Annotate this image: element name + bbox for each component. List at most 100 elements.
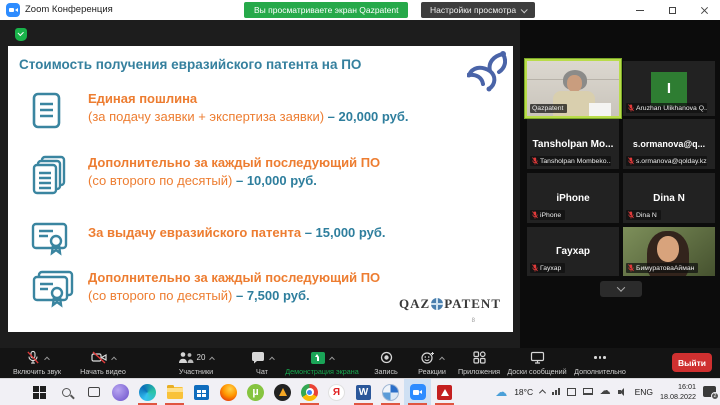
more-button[interactable]: Дополнительно xyxy=(555,350,645,376)
microsoft-store-app[interactable] xyxy=(188,379,215,405)
video-muted-icon xyxy=(91,351,107,364)
fee-amount: – 15,000 руб. xyxy=(305,225,386,240)
participant-name-label: Гаухар xyxy=(530,263,565,273)
participant-tile[interactable]: Tansholpan Mo... Tansholpan Mombeko... xyxy=(527,119,619,169)
globe-icon xyxy=(431,298,443,310)
zoom-camera-icon xyxy=(410,384,426,400)
utorrent-app[interactable]: µ xyxy=(242,379,269,405)
logo-text-left: QAZ xyxy=(399,296,430,312)
notification-badge: 2 xyxy=(711,392,719,400)
chevron-icon[interactable] xyxy=(111,356,117,362)
store-icon xyxy=(194,385,209,400)
more-label: Дополнительно xyxy=(574,367,626,376)
maximize-button[interactable] xyxy=(656,0,688,20)
participant-name-label: Tansholpan Mombeko... xyxy=(530,156,611,166)
window-title: Zoom Конференция xyxy=(25,4,113,15)
participant-tile[interactable]: s.ormanova@q... s.ormanova@qolday.kz xyxy=(623,119,715,169)
firefox-app[interactable] xyxy=(215,379,242,405)
maximize-icon xyxy=(669,7,676,14)
cortana-app[interactable] xyxy=(107,379,134,405)
speaker-icon[interactable] xyxy=(618,387,628,396)
file-explorer-app[interactable] xyxy=(161,379,188,405)
chevron-icon[interactable] xyxy=(44,356,50,362)
participant-tile[interactable]: iPhone iPhone xyxy=(527,173,619,223)
weather-icon[interactable]: ☁ xyxy=(495,386,507,398)
fee-heading: Единая пошлина xyxy=(88,91,197,106)
devices-icon[interactable] xyxy=(583,388,593,395)
chevron-icon[interactable] xyxy=(269,356,275,362)
temperature[interactable]: 18°C xyxy=(514,387,533,397)
zoom-taskbar-app[interactable] xyxy=(404,379,431,405)
document-icon xyxy=(30,91,64,131)
paper-detail xyxy=(589,103,611,116)
acrobat-app[interactable] xyxy=(431,379,458,405)
viewing-screen-badge: Вы просматриваете экран Qazpatent xyxy=(244,2,408,18)
swirl-app[interactable] xyxy=(377,379,404,405)
edge-app[interactable] xyxy=(134,379,161,405)
participant-name-label: s.ormanova@qolday.kz xyxy=(626,156,707,166)
participant-name-label: Aruzhan Ulikhanova Q... xyxy=(626,103,707,113)
participant-tile[interactable]: I Aruzhan Ulikhanova Q... xyxy=(623,61,715,116)
task-view-button[interactable] xyxy=(80,379,107,405)
clock[interactable]: 16:01 18.08.2022 xyxy=(660,382,696,401)
word-icon: W xyxy=(356,385,371,400)
chat-label: Чат xyxy=(256,367,268,376)
participant-tile-photo[interactable]: БимуратоваАйман xyxy=(623,227,715,276)
mic-muted-icon xyxy=(628,104,634,112)
avg-app[interactable] xyxy=(269,379,296,405)
zoom-logo-icon xyxy=(6,3,20,17)
participant-name-label: БимуратоваАйман xyxy=(626,263,698,273)
fee-amount: – 10,000 руб. xyxy=(236,173,317,188)
start-button[interactable] xyxy=(26,379,53,405)
chevron-down-icon xyxy=(521,6,528,13)
fee-heading: Дополнительно за каждый последующий ПО xyxy=(88,155,380,170)
participant-tile-video[interactable]: Qazpatent xyxy=(527,61,619,116)
reactions-icon xyxy=(421,351,435,364)
shared-screen-slide: Стоимость получения евразийского патента… xyxy=(8,46,513,332)
logo-text-right: PATENT xyxy=(444,296,501,312)
utorrent-icon: µ xyxy=(247,384,264,401)
system-tray: ☁ 18°C ☁ ENG 16:01 18.08.2022 2 xyxy=(495,378,716,405)
security-shield-icon[interactable] xyxy=(15,28,27,41)
zoom-toolbar: Включить звук Начать видео 20 Участники … xyxy=(0,348,720,378)
certificates-stack-icon xyxy=(30,270,74,312)
task-view-icon xyxy=(88,387,100,397)
titlebar: Zoom Конференция Вы просматриваете экран… xyxy=(0,0,720,20)
minimize-button[interactable] xyxy=(624,0,656,20)
tray-date: 18.08.2022 xyxy=(660,392,696,401)
yandex-icon: Я xyxy=(328,384,345,401)
participant-name-label: Dina N xyxy=(626,210,661,220)
hidden-icons-caret[interactable] xyxy=(539,389,546,396)
search-button[interactable] xyxy=(53,379,80,405)
mic-muted-icon xyxy=(532,157,538,165)
view-settings-button[interactable]: Настройки просмотра xyxy=(421,2,535,18)
participant-face xyxy=(567,75,582,92)
chevron-icon[interactable] xyxy=(329,356,335,362)
fee-heading: Дополнительно за каждый последующий ПО xyxy=(88,270,380,285)
signal-icon[interactable] xyxy=(552,388,559,395)
leave-button[interactable]: Выйти xyxy=(672,353,712,372)
tray-time: 16:01 xyxy=(678,382,696,391)
yandex-app[interactable]: Я xyxy=(323,379,350,405)
chrome-app[interactable] xyxy=(296,379,323,405)
start-video-button[interactable]: Начать видео xyxy=(58,350,148,376)
chat-icon xyxy=(251,351,265,364)
floral-ornament-icon xyxy=(467,50,507,92)
windows-logo-icon xyxy=(33,386,46,399)
collapse-tiles-button[interactable] xyxy=(600,281,642,297)
mic-muted-icon xyxy=(26,350,40,365)
chevron-icon[interactable] xyxy=(210,356,216,362)
close-button[interactable] xyxy=(688,0,720,20)
participant-tile[interactable]: Dina N Dina N xyxy=(623,173,715,223)
avatar: I xyxy=(651,72,687,106)
word-app[interactable]: W xyxy=(350,379,377,405)
qazpatent-logo: QAZ PATENT xyxy=(399,296,501,312)
participant-tile[interactable]: Гаухар Гаухар xyxy=(527,227,619,276)
language-indicator[interactable]: ENG xyxy=(635,387,653,397)
mic-muted-icon xyxy=(628,157,634,165)
meeting-content-area: Вид Стоимость получения евразийского пат… xyxy=(0,20,720,348)
action-center-icon[interactable]: 2 xyxy=(703,386,716,397)
onedrive-cloud-icon[interactable]: ☁ xyxy=(600,386,611,397)
window-tray-icon[interactable] xyxy=(567,388,576,396)
participant-name-label: iPhone xyxy=(530,210,565,220)
